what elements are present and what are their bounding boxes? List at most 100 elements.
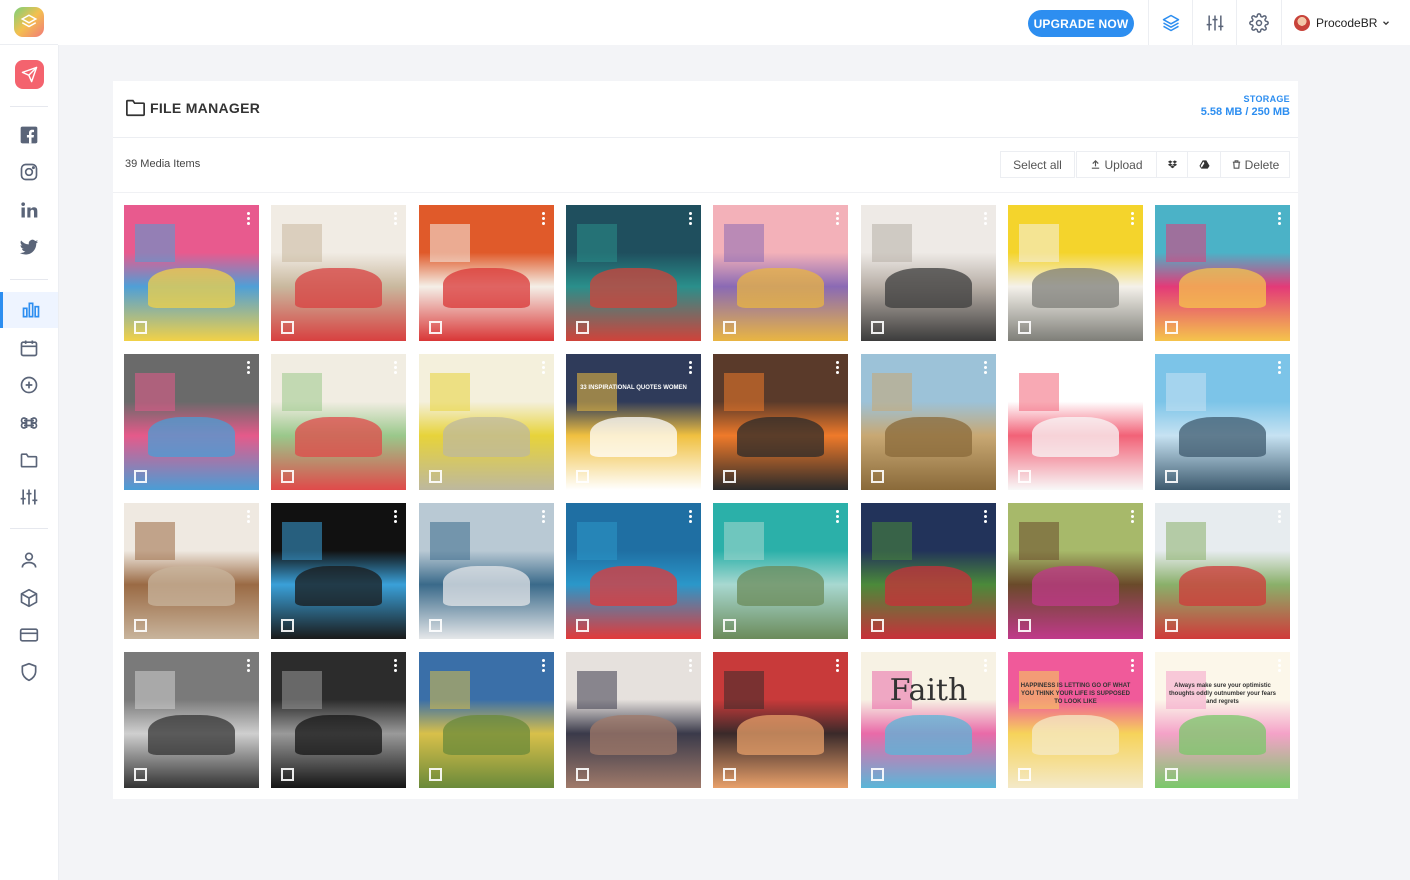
media-checkbox[interactable]	[134, 619, 147, 632]
more-icon[interactable]	[984, 510, 987, 525]
more-icon[interactable]	[394, 510, 397, 525]
media-item[interactable]	[271, 652, 406, 788]
more-icon[interactable]	[542, 212, 545, 227]
more-icon[interactable]	[984, 212, 987, 227]
media-checkbox[interactable]	[429, 321, 442, 334]
sidebar-item-billing[interactable]	[0, 617, 58, 653]
media-checkbox[interactable]	[429, 768, 442, 781]
media-checkbox[interactable]	[723, 619, 736, 632]
dropbox-button[interactable]	[1156, 151, 1188, 178]
user-menu[interactable]: ProcodeBR	[1294, 0, 1391, 45]
media-item[interactable]: Always make sure your optimistic thought…	[1155, 652, 1290, 788]
media-checkbox[interactable]	[723, 321, 736, 334]
more-icon[interactable]	[984, 659, 987, 674]
sidebar-item-security[interactable]	[0, 654, 58, 690]
more-icon[interactable]	[394, 361, 397, 376]
media-checkbox[interactable]	[281, 470, 294, 483]
sliders-icon[interactable]	[1192, 0, 1237, 45]
media-item[interactable]	[271, 503, 406, 639]
more-icon[interactable]	[836, 212, 839, 227]
media-checkbox[interactable]	[576, 321, 589, 334]
media-checkbox[interactable]	[1018, 321, 1031, 334]
layers-icon[interactable]	[1148, 0, 1193, 45]
media-item[interactable]	[861, 503, 996, 639]
more-icon[interactable]	[542, 510, 545, 525]
sidebar-item-calendar[interactable]	[0, 330, 58, 366]
more-icon[interactable]	[1278, 212, 1281, 227]
media-checkbox[interactable]	[723, 768, 736, 781]
media-item[interactable]	[713, 205, 848, 341]
media-checkbox[interactable]	[871, 619, 884, 632]
media-item[interactable]	[124, 354, 259, 490]
media-checkbox[interactable]	[281, 321, 294, 334]
more-icon[interactable]	[836, 510, 839, 525]
media-item[interactable]	[271, 354, 406, 490]
media-item[interactable]	[1155, 354, 1290, 490]
media-checkbox[interactable]	[871, 768, 884, 781]
media-item[interactable]	[1155, 503, 1290, 639]
media-checkbox[interactable]	[134, 768, 147, 781]
more-icon[interactable]	[394, 212, 397, 227]
media-item[interactable]	[271, 205, 406, 341]
upgrade-button[interactable]: UPGRADE NOW	[1028, 10, 1134, 37]
media-checkbox[interactable]	[576, 470, 589, 483]
more-icon[interactable]	[1131, 659, 1134, 674]
media-item[interactable]	[419, 354, 554, 490]
sidebar-item-facebook[interactable]	[0, 117, 58, 153]
media-item[interactable]	[419, 652, 554, 788]
more-icon[interactable]	[836, 361, 839, 376]
more-icon[interactable]	[247, 361, 250, 376]
media-checkbox[interactable]	[429, 619, 442, 632]
media-item[interactable]: Faith	[861, 652, 996, 788]
delete-button[interactable]: Delete	[1220, 151, 1290, 178]
sidebar-item-linkedin[interactable]	[0, 192, 58, 228]
sidebar-item-instagram[interactable]	[0, 154, 58, 190]
media-checkbox[interactable]	[1018, 619, 1031, 632]
more-icon[interactable]	[247, 659, 250, 674]
media-checkbox[interactable]	[429, 470, 442, 483]
sidebar-item-packages[interactable]	[0, 580, 58, 616]
media-checkbox[interactable]	[1018, 470, 1031, 483]
sidebar-item-files[interactable]	[0, 442, 58, 478]
more-icon[interactable]	[1278, 659, 1281, 674]
media-checkbox[interactable]	[281, 619, 294, 632]
more-icon[interactable]	[247, 212, 250, 227]
more-icon[interactable]	[1131, 212, 1134, 227]
media-checkbox[interactable]	[281, 768, 294, 781]
media-item[interactable]	[419, 205, 554, 341]
media-item[interactable]: 33 INSPIRATIONAL QUOTES WOMEN	[566, 354, 701, 490]
media-item[interactable]	[713, 354, 848, 490]
sidebar-item-command[interactable]	[0, 405, 58, 441]
media-checkbox[interactable]	[576, 619, 589, 632]
media-item[interactable]	[713, 503, 848, 639]
more-icon[interactable]	[689, 510, 692, 525]
paper-plane-icon[interactable]	[15, 60, 44, 89]
media-item[interactable]	[1008, 205, 1143, 341]
media-item[interactable]	[419, 503, 554, 639]
media-item[interactable]	[1008, 503, 1143, 639]
media-checkbox[interactable]	[1018, 768, 1031, 781]
media-item[interactable]	[861, 354, 996, 490]
more-icon[interactable]	[984, 361, 987, 376]
media-checkbox[interactable]	[1165, 768, 1178, 781]
more-icon[interactable]	[1131, 361, 1134, 376]
more-icon[interactable]	[1131, 510, 1134, 525]
more-icon[interactable]	[1278, 510, 1281, 525]
media-checkbox[interactable]	[134, 470, 147, 483]
media-item[interactable]	[566, 205, 701, 341]
media-item[interactable]	[566, 652, 701, 788]
more-icon[interactable]	[689, 212, 692, 227]
media-checkbox[interactable]	[576, 768, 589, 781]
media-checkbox[interactable]	[871, 470, 884, 483]
more-icon[interactable]	[1278, 361, 1281, 376]
media-checkbox[interactable]	[1165, 470, 1178, 483]
layers-logo-icon[interactable]	[14, 7, 44, 37]
more-icon[interactable]	[689, 659, 692, 674]
media-item[interactable]	[124, 503, 259, 639]
media-checkbox[interactable]	[134, 321, 147, 334]
media-item[interactable]	[861, 205, 996, 341]
sidebar-item-adjust[interactable]	[0, 479, 58, 515]
gear-icon[interactable]	[1236, 0, 1282, 45]
sidebar-item-twitter[interactable]	[0, 229, 58, 265]
media-item[interactable]	[566, 503, 701, 639]
